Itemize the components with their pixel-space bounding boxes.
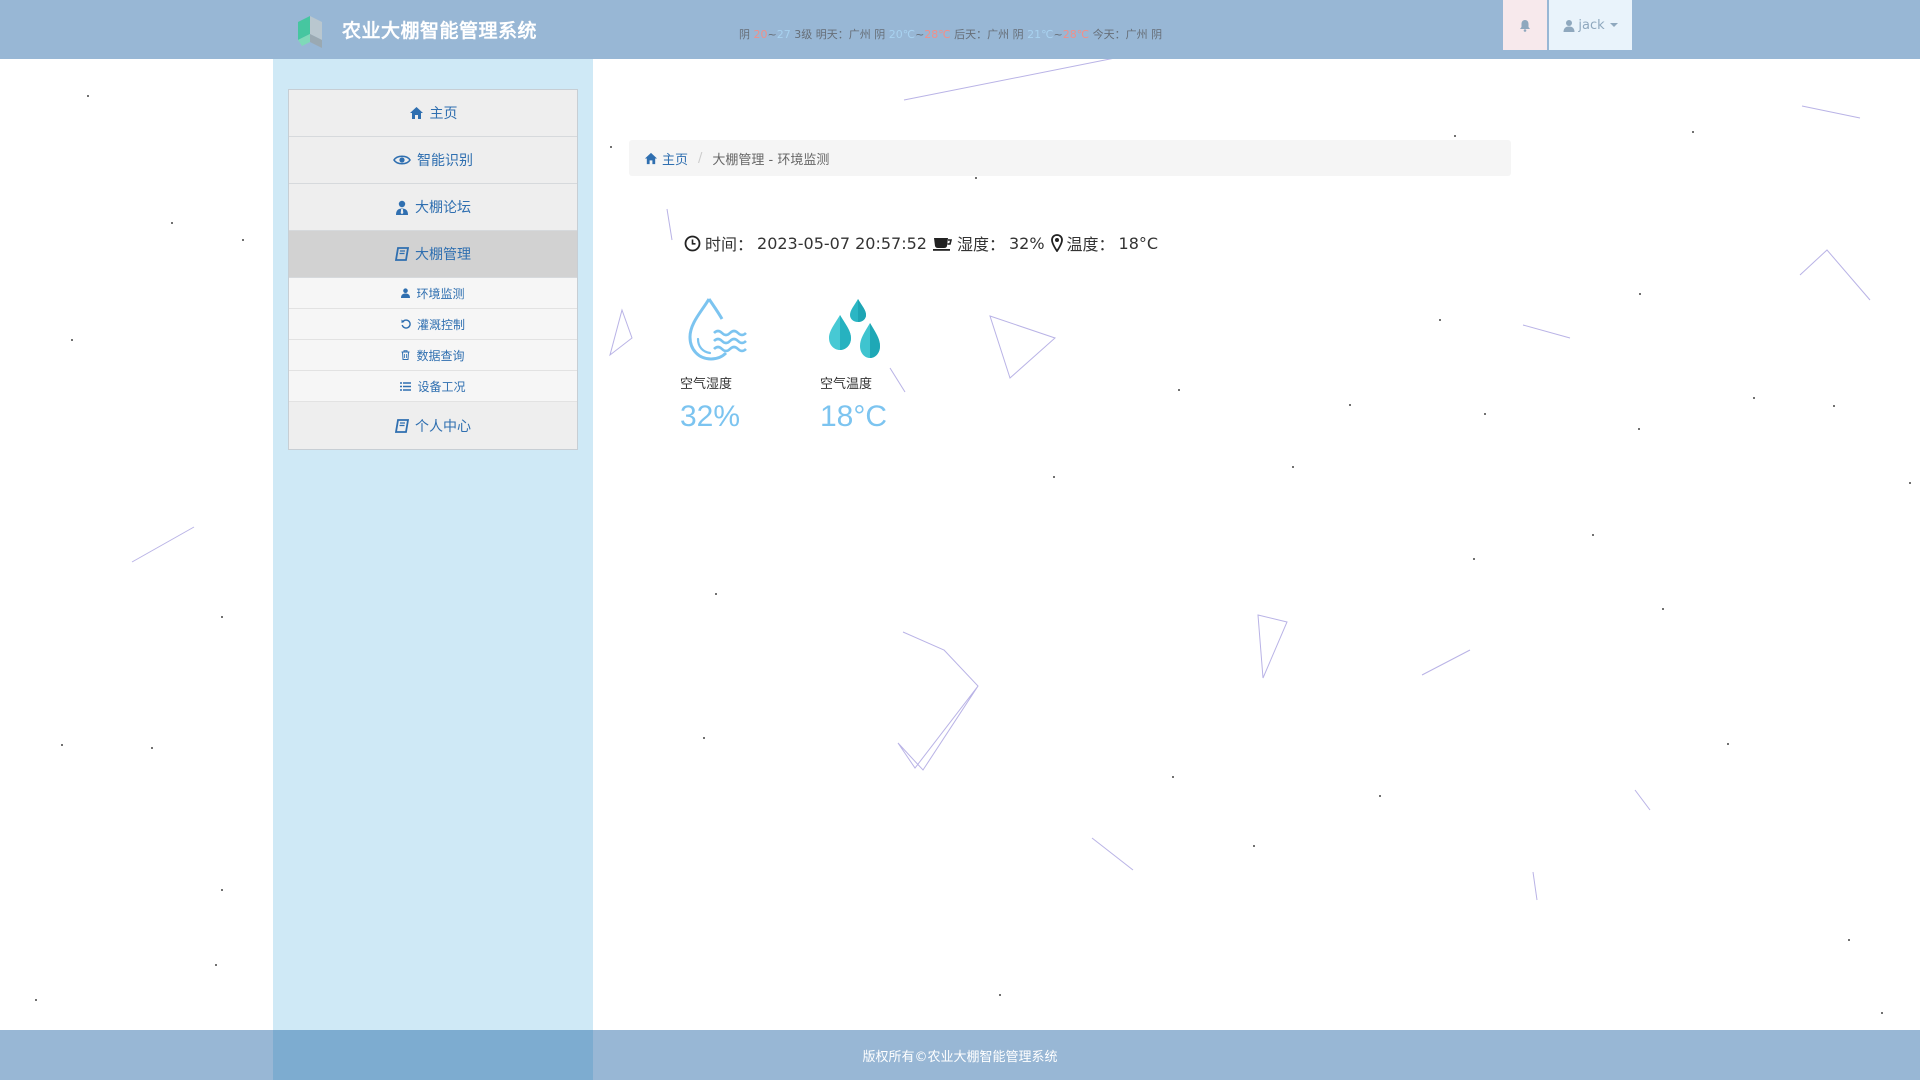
humidity-card-value: 32% <box>680 400 741 433</box>
bell-icon <box>1520 19 1530 32</box>
copyright-text: 版权所有©农业大棚智能管理系统 <box>862 1049 1058 1065</box>
logo-cube-icon <box>298 16 322 48</box>
sidebar-item-forum[interactable]: 大棚论坛 <box>289 184 577 231</box>
book-icon <box>395 247 409 261</box>
sidebar-subitem-label: 灌溉控制 <box>416 317 465 332</box>
sidebar-item-label: 个人中心 <box>415 418 471 435</box>
ticker-segment: ~ <box>1053 28 1063 40</box>
breadcrumb-current: 大棚管理 - 环境监测 <box>712 152 830 168</box>
sidebar-subitem-irrigation[interactable]: 灌溉控制 <box>289 309 577 340</box>
humidity-label: 湿度： <box>956 235 1005 254</box>
breadcrumb-home-label: 主页 <box>662 152 689 168</box>
ticker-segment: ~ <box>767 28 777 40</box>
humidity-card: 空气湿度 32% <box>680 295 790 434</box>
ticker-segment: 20 <box>753 28 768 40</box>
ticker-segment: 28℃ <box>1062 28 1090 40</box>
weather-ticker: 阴 20~27 3级 明天：广州 阴 20℃~28℃ 后天：广州 阴 21℃~2… <box>739 26 1169 40</box>
chevron-down-icon <box>1609 23 1618 27</box>
sidebar-item-profile[interactable]: 个人中心 <box>289 402 577 449</box>
sidebar-item-management[interactable]: 大棚管理 <box>289 231 577 278</box>
ticker-segment: 21℃ <box>1027 28 1054 40</box>
sidebar-item-label: 大棚管理 <box>415 247 471 263</box>
coffee-cup-icon <box>932 237 952 251</box>
breadcrumb-separator: / <box>698 150 703 166</box>
user-icon <box>401 288 411 298</box>
sidebar-item-home[interactable]: 主页 <box>289 90 577 137</box>
refresh-icon <box>401 319 411 329</box>
trash-icon <box>401 350 410 360</box>
environment-status-line: 时间： 2023-05-07 20:57:52 湿度： 32% 温度： 18°C <box>684 231 1160 255</box>
ticker-segment: ~ <box>915 28 925 40</box>
temp-value: 18°C <box>1118 233 1159 253</box>
sidebar-item-label: 主页 <box>429 106 458 122</box>
app-title[interactable]: 农业大棚智能管理系统 <box>342 16 537 43</box>
breadcrumb-home-link[interactable]: 主页 <box>644 149 688 168</box>
sidebar-subitem-label: 环境监测 <box>416 286 465 301</box>
ticker-segment: 3级 明天：广州 阴 <box>790 28 889 40</box>
book-icon <box>395 418 409 433</box>
sidebar-subitem-data-query[interactable]: 数据查询 <box>289 340 577 371</box>
ticker-segment: 20℃ <box>888 28 916 40</box>
sidebar-subitem-label: 数据查询 <box>416 348 465 363</box>
user-tie-icon <box>396 200 408 215</box>
water-drop-waves-icon <box>680 295 750 365</box>
sidebar-item-label: 智能识别 <box>417 153 473 169</box>
ticker-segment: 28℃ <box>924 28 951 40</box>
footer: 版权所有©农业大棚智能管理系统 <box>0 1030 1920 1080</box>
notification-button[interactable] <box>1503 0 1547 50</box>
temperature-card: 空气温度 18°C <box>820 295 930 434</box>
time-label: 时间： <box>705 235 754 254</box>
user-menu-button[interactable]: jack <box>1549 0 1632 50</box>
user-name: jack <box>1578 17 1605 33</box>
map-marker-icon <box>1050 234 1063 252</box>
sidebar-item-label: 大棚论坛 <box>415 200 471 216</box>
clock-icon <box>684 235 701 251</box>
user-icon <box>1563 19 1575 32</box>
ticker-segment: 今天：广州 阴 <box>1089 28 1163 40</box>
sidebar-item-recognition[interactable]: 智能识别 <box>289 137 577 184</box>
water-drops-icon <box>820 295 890 365</box>
home-icon <box>409 107 423 119</box>
footer-sidebar-strip <box>273 1030 593 1080</box>
ticker-segment: 后天：广州 阴 <box>950 28 1028 40</box>
top-navbar: 农业大棚智能管理系统 阴 20~27 3级 明天：广州 阴 20℃~28℃ 后天… <box>0 0 1920 59</box>
temperature-card-label: 空气温度 <box>820 377 873 392</box>
sidebar-subitem-env-monitor[interactable]: 环境监测 <box>289 278 577 309</box>
temperature-card-value: 18°C <box>820 400 888 433</box>
home-icon <box>644 152 658 164</box>
breadcrumb: 主页 / 大棚管理 - 环境监测 <box>629 140 1511 176</box>
ticker-segment: 27 <box>776 28 791 40</box>
time-value: 2023-05-07 20:57:52 <box>757 233 927 253</box>
sidebar-subitem-label: 设备工况 <box>417 379 466 394</box>
ticker-segment: 阴 <box>739 28 754 40</box>
humidity-card-label: 空气湿度 <box>680 377 733 392</box>
eye-icon <box>393 155 411 165</box>
temp-label: 温度： <box>1066 235 1115 254</box>
sidebar-subitem-device-status[interactable]: 设备工况 <box>289 371 577 402</box>
humidity-value: 32% <box>1008 233 1045 253</box>
list-icon <box>400 381 412 391</box>
sidebar-menu: 主页 智能识别 大棚论坛 大棚管理 环境监测 灌溉控制 数据查询 设备工况 个人… <box>288 89 578 450</box>
